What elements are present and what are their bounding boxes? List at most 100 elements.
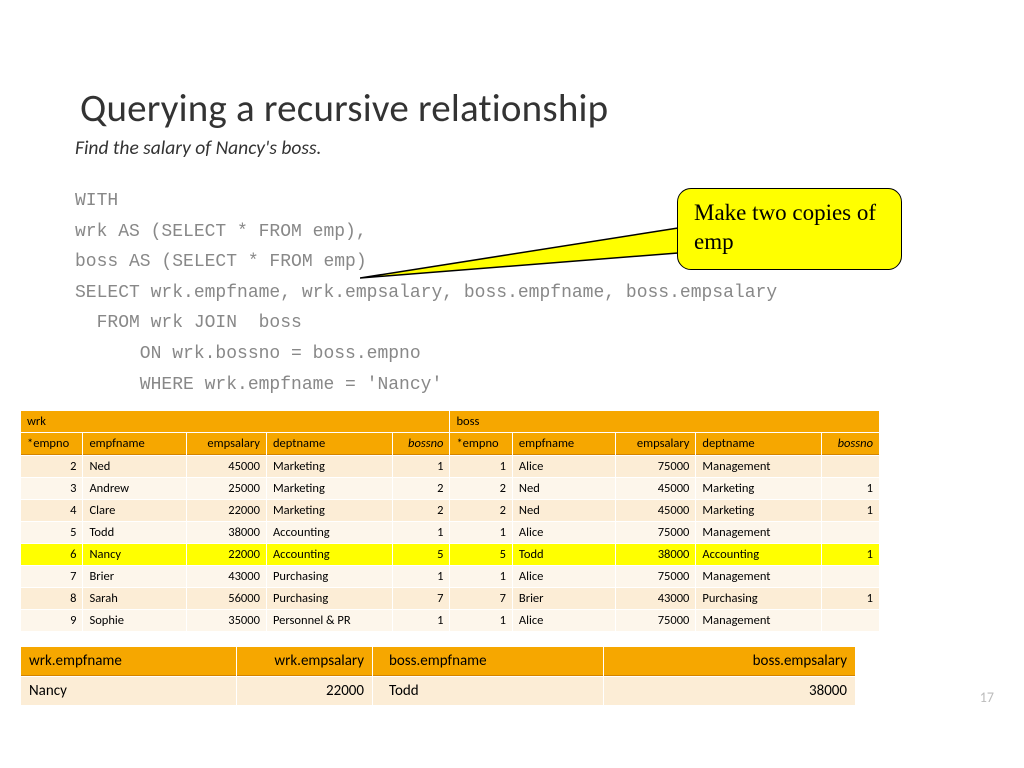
table-cell: Clare xyxy=(83,500,185,521)
table-col-header: *empno empfname empsalary deptname bossn… xyxy=(21,433,879,455)
table-cell: 38000 xyxy=(616,544,695,565)
table-row: 2Ned45000Marketing11Alice75000Management xyxy=(21,456,879,477)
table-cell: 4 xyxy=(21,500,82,521)
table-cell: 75000 xyxy=(616,456,695,477)
table-cell: 45000 xyxy=(187,456,266,477)
page-number: 17 xyxy=(980,689,994,706)
table-cell: Sophie xyxy=(83,610,185,631)
table-cell: 2 xyxy=(393,478,450,499)
col-bossno: bossno xyxy=(393,433,450,455)
table-row: 8Sarah56000Purchasing77Brier43000Purchas… xyxy=(21,588,879,609)
table-cell: 5 xyxy=(450,544,511,565)
table-cell: Brier xyxy=(83,566,185,587)
table-cell: Management xyxy=(696,456,821,477)
table-cell: Management xyxy=(696,566,821,587)
table-cell: 75000 xyxy=(616,610,695,631)
table-cell: 2 xyxy=(450,500,511,521)
table-cell: 2 xyxy=(21,456,82,477)
rcell-sal: 22000 xyxy=(237,677,372,705)
table-cell: 1 xyxy=(450,610,511,631)
table-cell: 5 xyxy=(393,544,450,565)
rcell-boss-sal: 38000 xyxy=(604,677,855,705)
table-cell: Ned xyxy=(513,500,615,521)
table-group-header: wrk boss xyxy=(21,411,879,432)
table-cell: Accounting xyxy=(267,544,392,565)
table-cell: Personnel & PR xyxy=(267,610,392,631)
table-cell: Alice xyxy=(513,522,615,543)
table-cell: 75000 xyxy=(616,566,695,587)
table-cell: 1 xyxy=(822,588,879,609)
table-cell: Management xyxy=(696,610,821,631)
table-cell: Andrew xyxy=(83,478,185,499)
rcol-boss-empfname: boss.empfname xyxy=(373,647,603,676)
result-table: wrk.empfname wrk.empsalary boss.empfname… xyxy=(20,646,856,706)
table-cell: 6 xyxy=(21,544,82,565)
table-cell xyxy=(822,522,879,543)
col-deptname-2: deptname xyxy=(696,433,821,455)
table-cell: 75000 xyxy=(616,522,695,543)
table-cell: Todd xyxy=(83,522,185,543)
col-bossno-2: bossno xyxy=(822,433,879,455)
table-cell: 43000 xyxy=(616,588,695,609)
rcell-fname: Nancy xyxy=(21,677,236,705)
slide-title: Querying a recursive relationship xyxy=(20,0,1004,136)
table-cell: Accounting xyxy=(267,522,392,543)
table-row: 3Andrew25000Marketing22Ned45000Marketing… xyxy=(21,478,879,499)
table-cell: Todd xyxy=(513,544,615,565)
table-cell: Purchasing xyxy=(267,566,392,587)
rcell-boss-fname: Todd xyxy=(373,677,603,705)
table-cell: 1 xyxy=(393,610,450,631)
col-empsalary-2: empsalary xyxy=(616,433,695,455)
slide-subtitle: Find the salary of Nancy's boss. xyxy=(20,136,1004,160)
table-cell: 25000 xyxy=(187,478,266,499)
table-row: 6Nancy22000Accounting55Todd38000Accounti… xyxy=(21,544,879,565)
table-cell: 5 xyxy=(21,522,82,543)
join-table: wrk boss *empno empfname empsalary deptn… xyxy=(20,410,880,632)
table-cell: Marketing xyxy=(267,456,392,477)
table-cell: 7 xyxy=(450,588,511,609)
rcol-boss-empsalary: boss.empsalary xyxy=(604,647,855,676)
table-cell: 8 xyxy=(21,588,82,609)
table-cell: 2 xyxy=(450,478,511,499)
col-empsalary: empsalary xyxy=(187,433,266,455)
table-row: 9Sophie35000Personnel & PR11Alice75000Ma… xyxy=(21,610,879,631)
table-cell: Marketing xyxy=(696,500,821,521)
col-empfname: empfname xyxy=(83,433,185,455)
table-cell: 1 xyxy=(450,456,511,477)
table-cell xyxy=(822,566,879,587)
table-cell: Accounting xyxy=(696,544,821,565)
table-cell: 1 xyxy=(393,522,450,543)
table-cell: 7 xyxy=(393,588,450,609)
table-cell: Marketing xyxy=(267,478,392,499)
table-cell: 45000 xyxy=(616,500,695,521)
group-header-boss: boss xyxy=(450,411,879,432)
table-cell: 43000 xyxy=(187,566,266,587)
table-cell: 22000 xyxy=(187,500,266,521)
table-cell: 1 xyxy=(450,566,511,587)
table-cell: 1 xyxy=(450,522,511,543)
table-cell: 45000 xyxy=(616,478,695,499)
table-cell: 1 xyxy=(822,500,879,521)
table-cell: Purchasing xyxy=(267,588,392,609)
table-cell: Purchasing xyxy=(696,588,821,609)
table-cell: 1 xyxy=(822,478,879,499)
table-row: 7Brier43000Purchasing11Alice75000Managem… xyxy=(21,566,879,587)
col-deptname: deptname xyxy=(267,433,392,455)
table-cell: Alice xyxy=(513,610,615,631)
table-cell: 35000 xyxy=(187,610,266,631)
table-cell: Sarah xyxy=(83,588,185,609)
table-cell: 9 xyxy=(21,610,82,631)
table-cell: 56000 xyxy=(187,588,266,609)
table-cell: Ned xyxy=(513,478,615,499)
table-cell: 1 xyxy=(393,566,450,587)
table-cell: 1 xyxy=(822,544,879,565)
table-cell: 22000 xyxy=(187,544,266,565)
col-empno: *empno xyxy=(21,433,82,455)
table-cell: Alice xyxy=(513,566,615,587)
result-header: wrk.empfname wrk.empsalary boss.empfname… xyxy=(21,647,855,676)
col-empno-2: *empno xyxy=(450,433,511,455)
table-cell: Marketing xyxy=(267,500,392,521)
table-row: 5Todd38000Accounting11Alice75000Manageme… xyxy=(21,522,879,543)
rcol-wrk-empfname: wrk.empfname xyxy=(21,647,236,676)
table-cell: Management xyxy=(696,522,821,543)
